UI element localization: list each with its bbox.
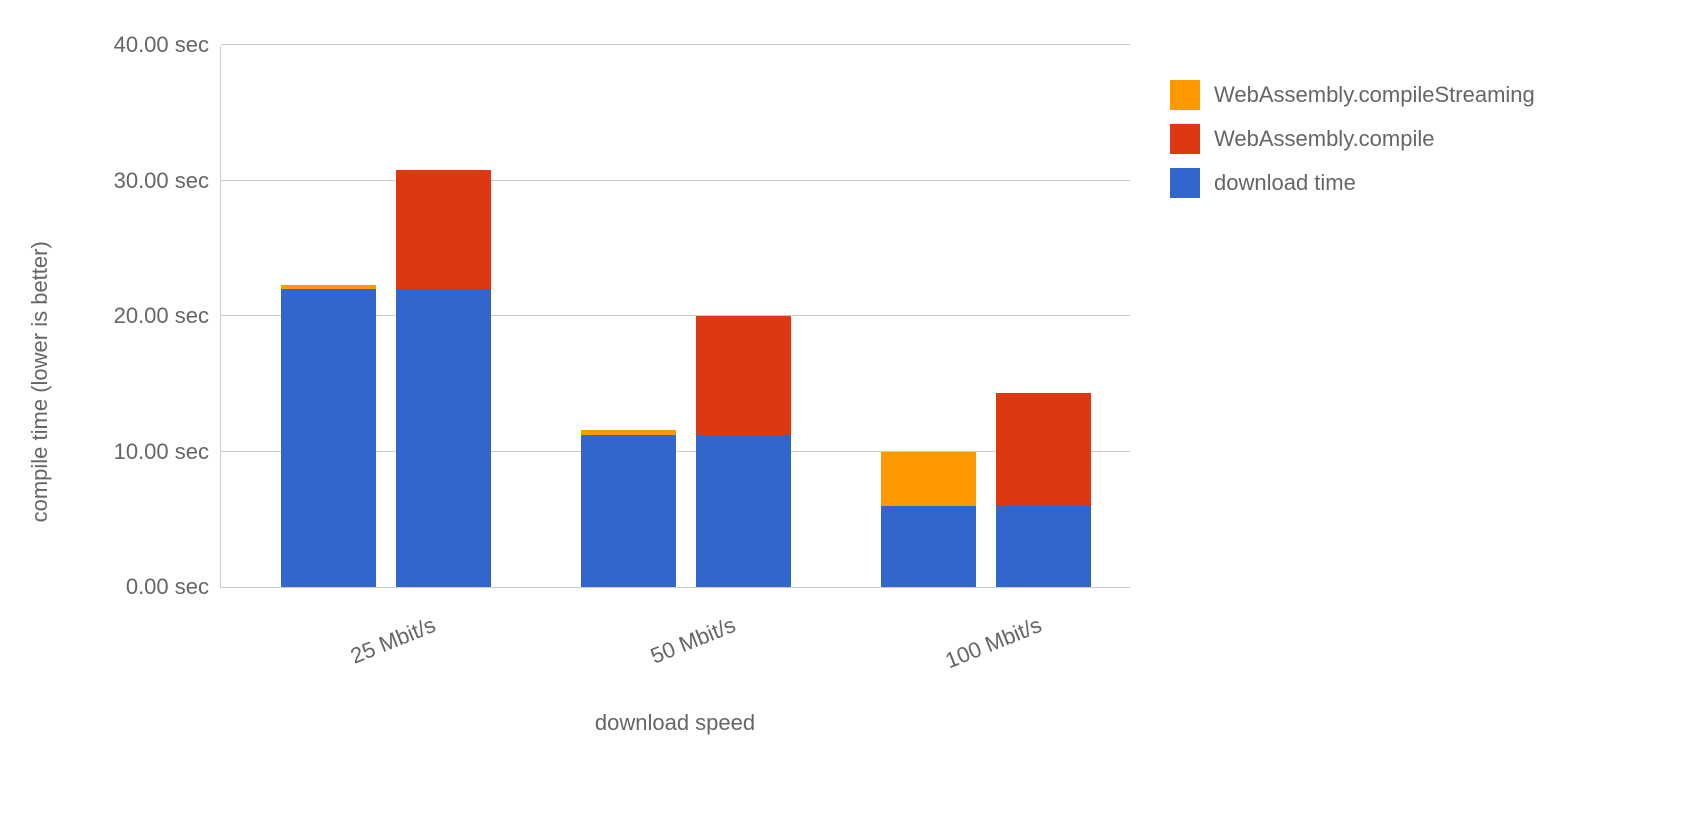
y-tick-label: 20.00 sec — [114, 303, 221, 329]
bar-segment — [396, 289, 491, 587]
legend-swatch — [1170, 80, 1200, 110]
bar-group — [881, 46, 1091, 587]
legend-label: WebAssembly.compile — [1214, 126, 1434, 152]
x-axis-ticks: 25 Mbit/s50 Mbit/s100 Mbit/s — [220, 588, 1130, 668]
legend-label: download time — [1214, 170, 1356, 196]
y-tick-label: 40.00 sec — [114, 32, 221, 58]
stacked-bar — [881, 452, 976, 587]
bar-segment — [581, 435, 676, 587]
y-tick-label: 10.00 sec — [114, 439, 221, 465]
legend-label: WebAssembly.compileStreaming — [1214, 82, 1535, 108]
x-tick-label: 100 Mbit/s — [942, 612, 1046, 674]
legend-swatch — [1170, 168, 1200, 198]
stacked-bar — [581, 430, 676, 587]
grid-line — [221, 44, 1130, 45]
bar-segment — [881, 452, 976, 506]
stacked-bar — [696, 316, 791, 587]
y-tick-label: 0.00 sec — [126, 574, 221, 600]
bar-segment — [281, 289, 376, 587]
stacked-bar — [281, 285, 376, 587]
y-axis-label: compile time (lower is better) — [27, 241, 53, 522]
x-tick-label: 25 Mbit/s — [347, 612, 440, 670]
plot-area: 0.00 sec10.00 sec20.00 sec30.00 sec40.00… — [220, 46, 1130, 588]
bar-segment — [996, 506, 1091, 587]
legend-item: download time — [1170, 168, 1620, 198]
bar-segment — [696, 435, 791, 587]
bar-group — [581, 46, 791, 587]
legend-item: WebAssembly.compileStreaming — [1170, 80, 1620, 110]
bar-segment — [996, 393, 1091, 505]
x-tick-label: 50 Mbit/s — [647, 612, 740, 670]
chart-container: compile time (lower is better) 0.00 sec1… — [50, 10, 1650, 790]
stacked-bar — [396, 170, 491, 587]
legend-item: WebAssembly.compile — [1170, 124, 1620, 154]
bar-segment — [396, 170, 491, 289]
stacked-bar — [996, 393, 1091, 587]
bars-layer — [221, 46, 1130, 587]
bar-segment — [696, 316, 791, 435]
bar-segment — [881, 506, 976, 587]
y-tick-label: 30.00 sec — [114, 168, 221, 194]
legend-swatch — [1170, 124, 1200, 154]
bar-group — [281, 46, 491, 587]
legend: WebAssembly.compileStreaming WebAssembly.… — [1170, 80, 1620, 212]
x-axis-label: download speed — [220, 710, 1130, 736]
